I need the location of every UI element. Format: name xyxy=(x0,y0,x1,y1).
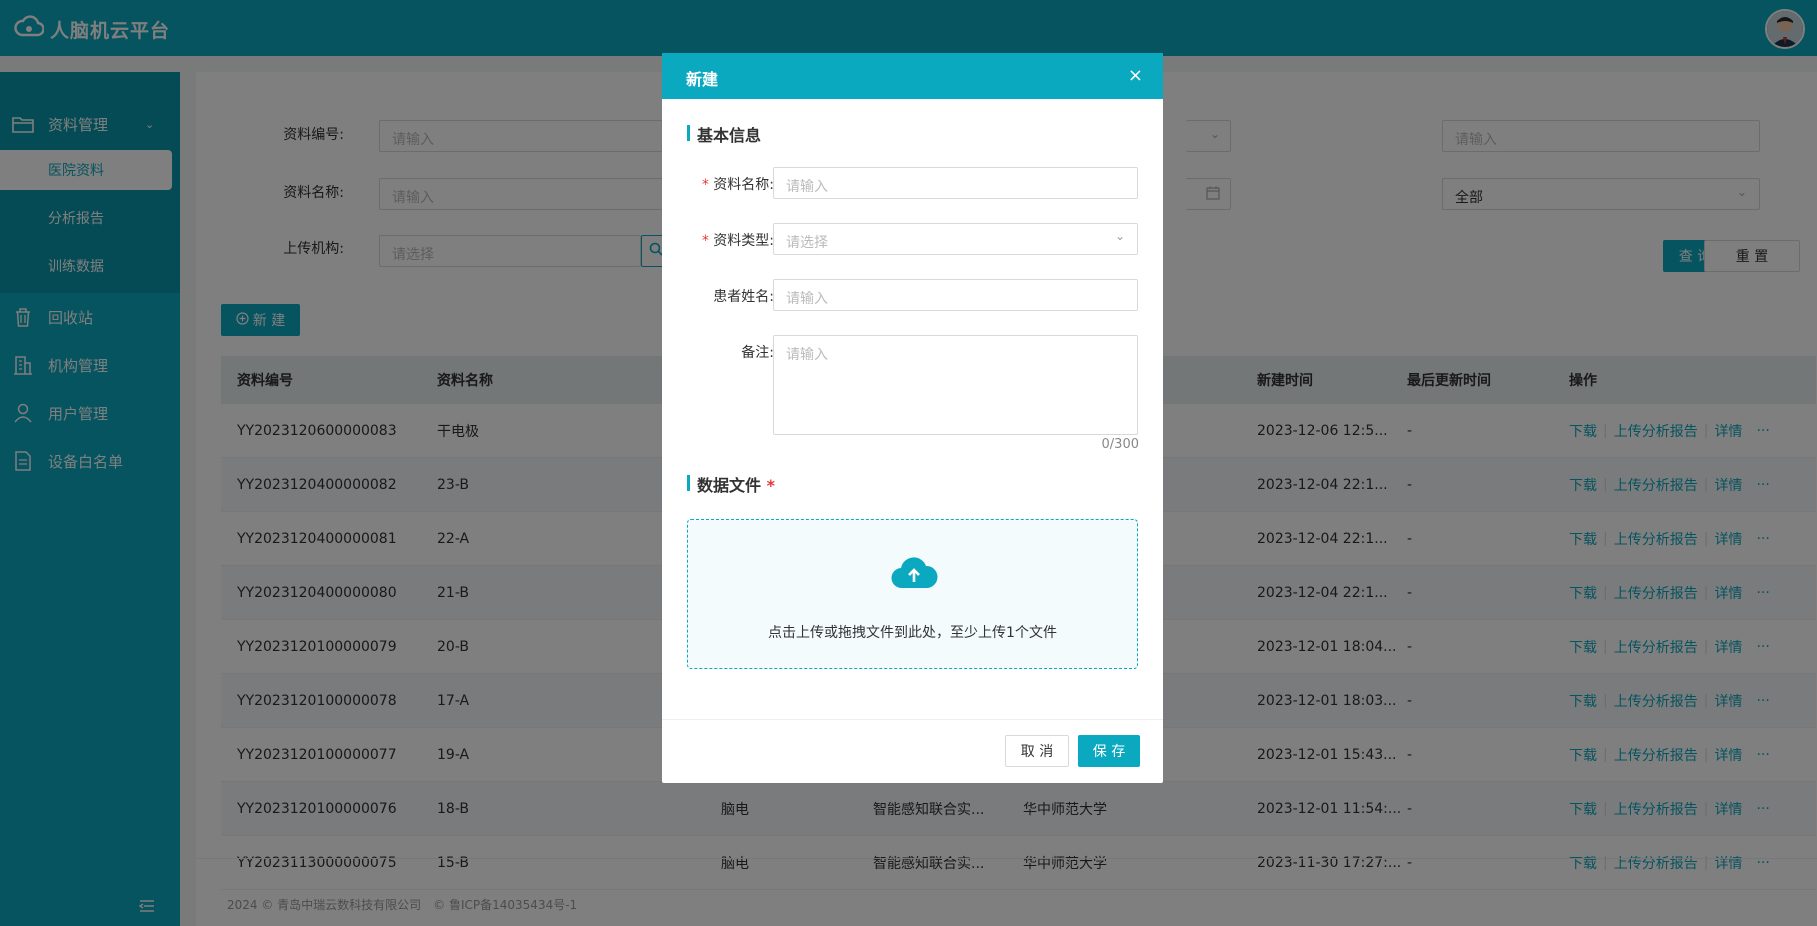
new-data-modal: 新建 × 基本信息 * 资料名称: 请输入 * 资料类型: 请选择 ⌄ 患者姓名… xyxy=(662,53,1163,783)
section-data-file-label: 数据文件 xyxy=(697,476,762,495)
form-type-label-text: 资料类型: xyxy=(713,233,774,249)
form-name-label: * 资料名称: xyxy=(682,174,774,194)
close-icon[interactable]: × xyxy=(1128,65,1143,86)
form-type-label: * 资料类型: xyxy=(682,230,774,250)
required-mark: * xyxy=(701,177,709,193)
name-input[interactable]: 请输入 xyxy=(773,167,1138,199)
required-mark: * xyxy=(766,476,775,495)
remark-textarea[interactable]: 请输入 xyxy=(773,335,1138,435)
form-patient-label: 患者姓名: xyxy=(713,289,774,305)
save-button[interactable]: 保 存 xyxy=(1078,735,1140,767)
patient-name-input[interactable]: 请输入 xyxy=(773,279,1138,311)
type-select[interactable]: 请选择 ⌄ xyxy=(773,223,1138,255)
modal-title: 新建 xyxy=(686,70,719,89)
upload-hint: 点击上传或拖拽文件到此处，至少上传1个文件 xyxy=(768,625,1057,641)
type-select-placeholder: 请选择 xyxy=(786,235,828,251)
remark-char-counter: 0/300 xyxy=(1101,437,1139,452)
chevron-down-icon: ⌄ xyxy=(1114,229,1125,243)
form-name-label-text: 资料名称: xyxy=(713,177,774,193)
form-remark-label: 备注: xyxy=(741,345,774,361)
section-data-file: 数据文件 * xyxy=(687,472,775,496)
modal-header: 新建 × xyxy=(662,53,1163,99)
cloud-upload-icon xyxy=(890,554,938,594)
cancel-button[interactable]: 取 消 xyxy=(1005,735,1069,767)
section-basic-info: 基本信息 xyxy=(687,122,761,146)
required-mark: * xyxy=(701,233,709,249)
file-upload-dropzone[interactable]: 点击上传或拖拽文件到此处，至少上传1个文件 xyxy=(687,519,1138,669)
modal-footer: 取 消 保 存 xyxy=(662,719,1163,783)
